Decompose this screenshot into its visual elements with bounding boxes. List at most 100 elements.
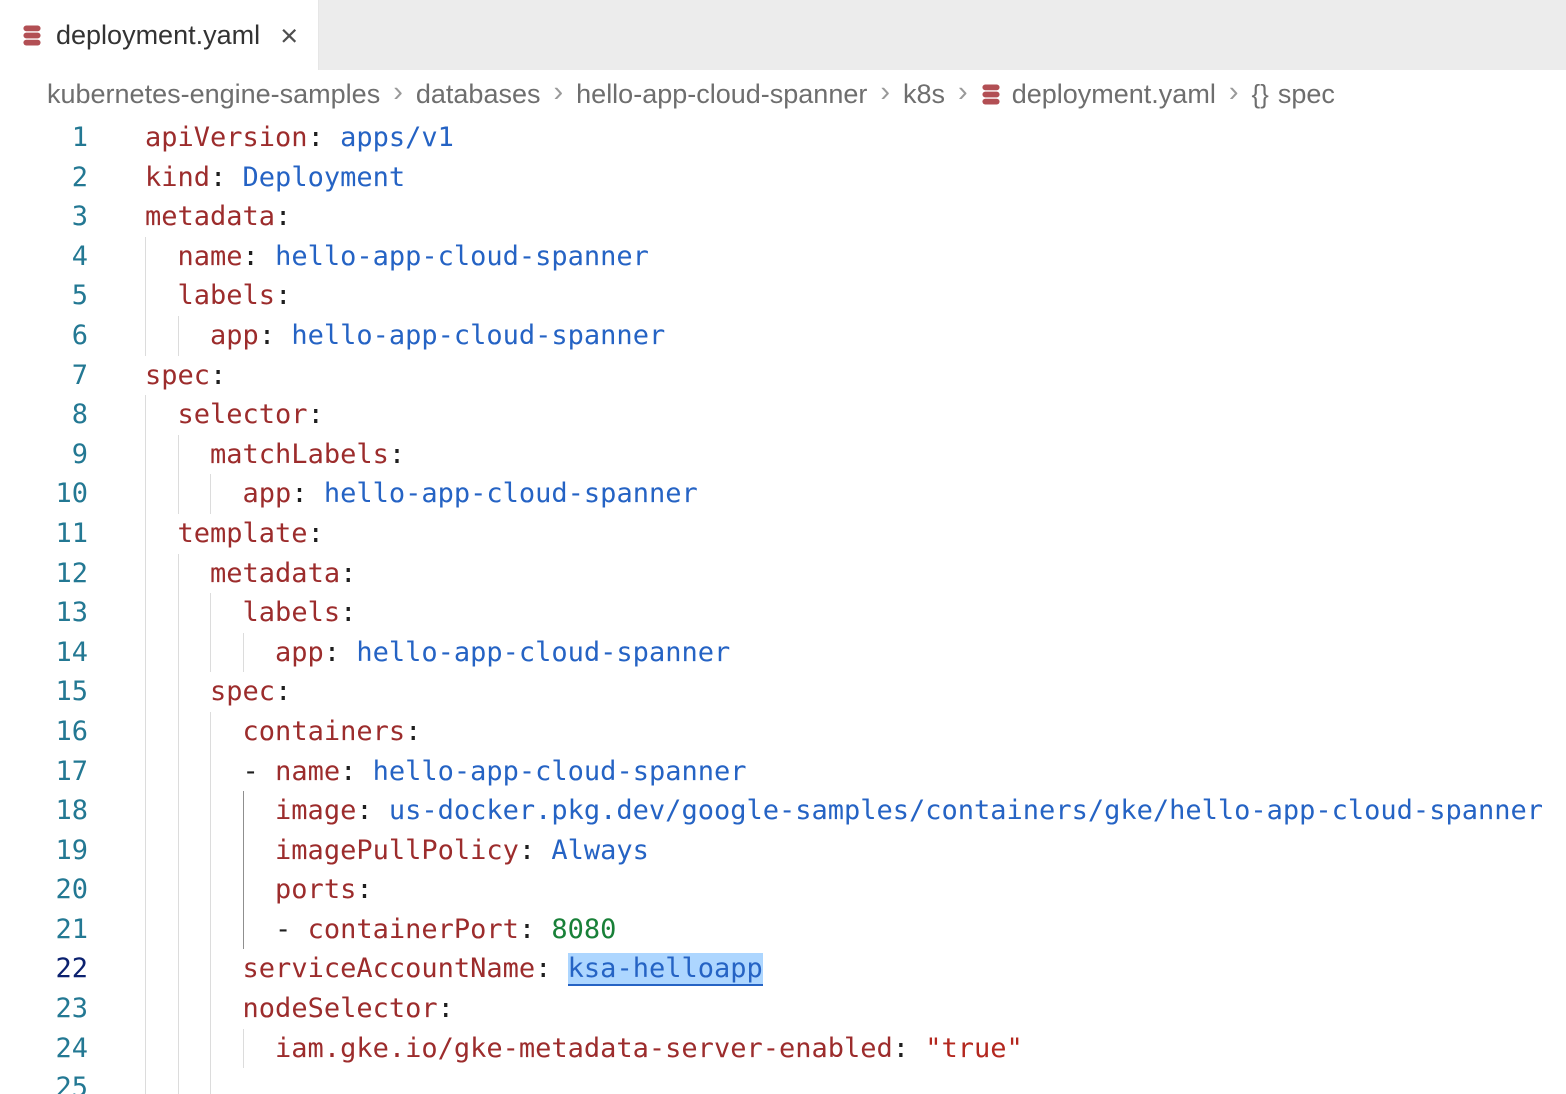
line-number[interactable]: 17 [0,752,88,792]
code-line[interactable]: 21 - containerPort: 8080 [0,910,1566,950]
breadcrumb-item-hello-app-cloud-spanner[interactable]: hello-app-cloud-spanner [576,79,867,110]
code-text: iam.gke.io/gke-metadata-server-enabled: … [88,1029,1566,1069]
close-tab-icon[interactable]: × [280,20,298,51]
code-line[interactable]: 2kind: Deployment [0,158,1566,198]
line-number[interactable]: 2 [0,158,88,198]
token: : [308,518,324,549]
code-line[interactable]: 6 app: hello-app-cloud-spanner [0,316,1566,356]
indent-guide [243,831,244,871]
line-number[interactable]: 22 [0,949,88,989]
code-line[interactable]: 22 serviceAccountName: ksa-helloapp [0,949,1566,989]
indent-guide [145,316,146,356]
line-number[interactable]: 14 [0,633,88,673]
line-number[interactable]: 10 [0,474,88,514]
code-line[interactable]: 1apiVersion: apps/v1 [0,118,1566,158]
code-line[interactable]: 19 imagePullPolicy: Always [0,831,1566,871]
line-number[interactable]: 16 [0,712,88,752]
code-line[interactable]: 7spec: [0,356,1566,396]
token: : [291,478,324,509]
code-text: labels: [88,276,1566,316]
code-line[interactable]: 11 template: [0,514,1566,554]
line-number[interactable]: 3 [0,197,88,237]
indent-guide [178,316,179,356]
token: serviceAccountName [243,953,536,984]
line-number[interactable]: 13 [0,593,88,633]
code-line[interactable]: 8 selector: [0,395,1566,435]
line-number[interactable]: 9 [0,435,88,475]
line-number[interactable]: 8 [0,395,88,435]
line-number[interactable]: 6 [0,316,88,356]
token: spec [145,360,210,391]
line-number[interactable]: 20 [0,870,88,910]
code-line[interactable]: 17 - name: hello-app-cloud-spanner [0,752,1566,792]
line-number[interactable]: 12 [0,554,88,594]
line-number[interactable]: 23 [0,989,88,1029]
indent-guide [145,395,146,435]
tab-deployment-yaml[interactable]: deployment.yaml × [0,0,319,70]
indent-guide [178,1068,179,1094]
code-line[interactable]: 25 [0,1068,1566,1094]
code-line[interactable]: 13 labels: [0,593,1566,633]
indent-guide [145,435,146,475]
selected-token: ksa-helloapp [568,953,763,986]
code-line[interactable]: 12 metadata: [0,554,1566,594]
code-line[interactable]: 10 app: hello-app-cloud-spanner [0,474,1566,514]
breadcrumb-item-deployment-yaml[interactable]: deployment.yaml [1012,79,1216,110]
yaml-file-icon [981,82,1001,107]
line-number[interactable]: 18 [0,791,88,831]
indent-guide [145,791,146,831]
code-line[interactable]: 15 spec: [0,672,1566,712]
line-number[interactable]: 24 [0,1029,88,1069]
line-number[interactable]: 5 [0,276,88,316]
code-line[interactable]: 9 matchLabels: [0,435,1566,475]
indent-guide [243,1029,244,1069]
indent-guide [178,831,179,871]
code-line[interactable]: 18 image: us-docker.pkg.dev/google-sampl… [0,791,1566,831]
breadcrumb-item-databases[interactable]: databases [416,79,541,110]
indent-guide [145,554,146,594]
indent-guide [145,276,146,316]
breadcrumb-item-spec[interactable]: spec [1278,79,1335,110]
line-number[interactable]: 15 [0,672,88,712]
code-text: app: hello-app-cloud-spanner [88,474,1566,514]
indent-guide [210,791,211,831]
code-text: labels: [88,593,1566,633]
code-editor[interactable]: 1apiVersion: apps/v12kind: Deployment3me… [0,118,1566,1094]
code-line[interactable]: 4 name: hello-app-cloud-spanner [0,237,1566,277]
line-number[interactable]: 21 [0,910,88,950]
code-line[interactable]: 5 labels: [0,276,1566,316]
token: name [275,756,340,787]
line-number[interactable]: 4 [0,237,88,277]
indent-guide [210,1068,211,1094]
token: : [356,795,389,826]
indent-guide [178,554,179,594]
code-text: image: us-docker.pkg.dev/google-samples/… [88,791,1566,831]
indent-guide [210,870,211,910]
token: : [340,597,356,628]
token: app [275,637,324,668]
code-line[interactable]: 20 ports: [0,870,1566,910]
token: 8080 [551,914,616,945]
line-number[interactable]: 11 [0,514,88,554]
indent-guide [210,474,211,514]
indent-guide [145,831,146,871]
code-line[interactable]: 3metadata: [0,197,1566,237]
indent-guide [210,1029,211,1069]
code-line[interactable]: 24 iam.gke.io/gke-metadata-server-enable… [0,1029,1566,1069]
chevron-right-icon: › [958,78,968,107]
token: labels [243,597,341,628]
code-line[interactable]: 14 app: hello-app-cloud-spanner [0,633,1566,673]
line-number[interactable]: 19 [0,831,88,871]
token: - [275,914,308,945]
code-lines: 1apiVersion: apps/v12kind: Deployment3me… [0,118,1566,1094]
line-number[interactable]: 7 [0,356,88,396]
indent-guide [210,831,211,871]
code-line[interactable]: 23 nodeSelector: [0,989,1566,1029]
indent-guide [178,1029,179,1069]
indent-guide [145,949,146,989]
line-number[interactable]: 1 [0,118,88,158]
breadcrumb-item-kubernetes-engine-samples[interactable]: kubernetes-engine-samples [47,79,380,110]
line-number[interactable]: 25 [0,1068,88,1094]
breadcrumb-item-k8s[interactable]: k8s [903,79,945,110]
code-line[interactable]: 16 containers: [0,712,1566,752]
